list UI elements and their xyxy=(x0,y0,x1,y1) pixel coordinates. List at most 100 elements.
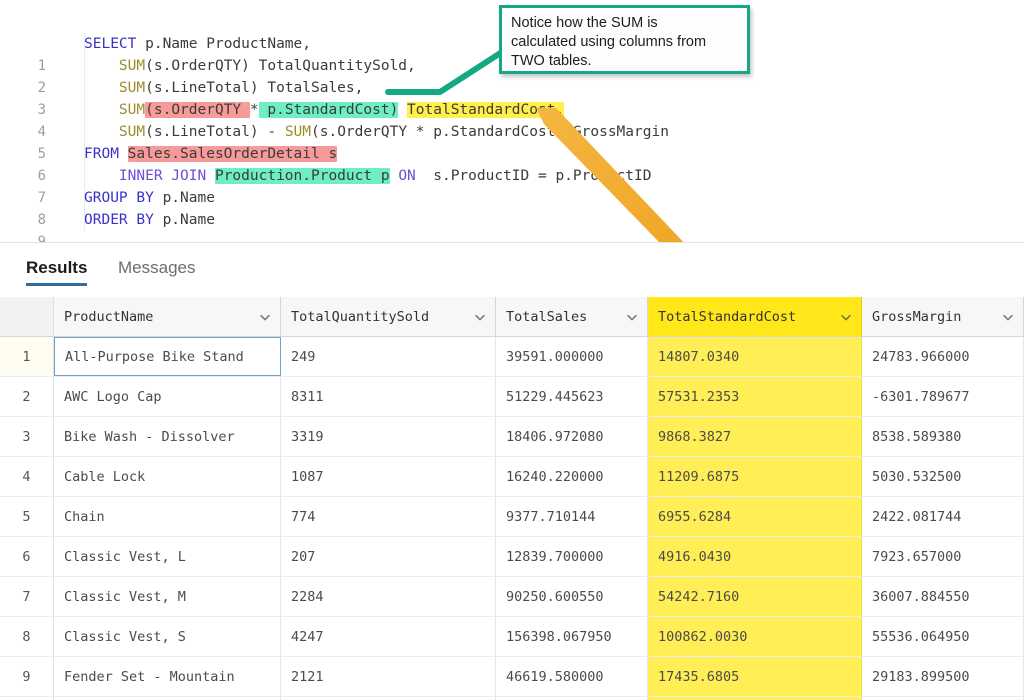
table-row[interactable]: 7 Classic Vest, M 2284 90250.600550 54242.71… xyxy=(0,577,1024,617)
cell-grossmargin[interactable]: 36007.884550 xyxy=(862,577,1024,616)
tab-messages[interactable]: Messages xyxy=(118,258,195,278)
chevron-down-icon[interactable] xyxy=(1001,310,1015,324)
callout-note: Notice how the SUM is calculated using c… xyxy=(499,5,750,74)
grid-corner-cell[interactable] xyxy=(0,297,54,336)
cell-grossmargin[interactable]: 5030.532500 xyxy=(862,457,1024,496)
cell-grossmargin[interactable]: -6301.789677 xyxy=(862,377,1024,416)
row-number-cell[interactable]: 5 xyxy=(0,497,54,536)
cell-totalsales[interactable]: 90250.600550 xyxy=(496,577,648,616)
results-grid[interactable]: ProductName TotalQuantitySold TotalSales… xyxy=(0,297,1024,700)
column-header-totalquantitysold[interactable]: TotalQuantitySold xyxy=(281,297,496,336)
code-line-text: GROUP BY p.Name xyxy=(84,190,215,206)
cell-totalstandardcost[interactable]: 4916.0430 xyxy=(648,537,862,576)
code-line-text: SELECT p.Name ProductName, xyxy=(84,36,311,52)
cell-totalstandardcost[interactable]: 6955.6284 xyxy=(648,497,862,536)
row-number-cell[interactable]: 3 xyxy=(0,417,54,456)
cell-grossmargin[interactable]: 8538.589380 xyxy=(862,417,1024,456)
cell-totalquantitysold[interactable]: 249 xyxy=(281,337,496,376)
code-line[interactable]: 5 SUM(s.LineTotal) - SUM(s.OrderQTY * p.… xyxy=(0,121,1024,162)
cell-totalquantitysold[interactable]: 2284 xyxy=(281,577,496,616)
cell-productname[interactable]: Cable Lock xyxy=(54,457,281,496)
cell-totalsales[interactable]: 156398.067950 xyxy=(496,617,648,656)
table-row[interactable]: 3 Bike Wash - Dissolver 3319 18406.972080 98… xyxy=(0,417,1024,457)
column-header-grossmargin[interactable]: GrossMargin xyxy=(862,297,1024,336)
cell-totalstandardcost[interactable]: 11209.6875 xyxy=(648,457,862,496)
results-tabbar[interactable]: Results Messages xyxy=(0,243,1024,298)
grid-header-row: ProductName TotalQuantitySold TotalSales… xyxy=(0,297,1024,337)
cell-totalsales[interactable]: 12839.700000 xyxy=(496,537,648,576)
table-row[interactable]: 5 Chain 774 9377.710144 6955.6284 2422.081744 xyxy=(0,497,1024,537)
cell-totalquantitysold[interactable]: 4247 xyxy=(281,617,496,656)
cell-totalquantitysold[interactable]: 207 xyxy=(281,537,496,576)
cell-totalquantitysold[interactable]: 1087 xyxy=(281,457,496,496)
column-header-totalsales[interactable]: TotalSales xyxy=(496,297,648,336)
table-row[interactable]: 2 AWC Logo Cap 8311 51229.445623 57531.2353-… xyxy=(0,377,1024,417)
row-number-cell[interactable]: 2 xyxy=(0,377,54,416)
cell-totalsales[interactable]: 39591.000000 xyxy=(496,337,648,376)
cell-totalstandardcost[interactable]: 57531.2353 xyxy=(648,377,862,416)
cell-totalstandardcost[interactable]: 54242.7160 xyxy=(648,577,862,616)
cell-grossmargin[interactable]: 55536.064950 xyxy=(862,617,1024,656)
table-row[interactable]: 1 All-Purpose Bike Stand 249 39591.000000 14… xyxy=(0,337,1024,377)
cell-grossmargin[interactable]: 7923.657000 xyxy=(862,537,1024,576)
cell-totalquantitysold[interactable]: 2121 xyxy=(281,657,496,696)
code-line-text: ORDER BY p.Name xyxy=(84,212,215,228)
code-line-text: SUM(s.OrderQTY * p.StandardCost) TotalSt… xyxy=(118,102,565,118)
cell-totalquantitysold[interactable]: 3319 xyxy=(281,417,496,456)
chevron-down-icon[interactable] xyxy=(258,310,272,324)
cell-productname[interactable]: Classic Vest, S xyxy=(54,617,281,656)
code-line[interactable]: 9 ORDER BY p.Name xyxy=(0,209,1024,242)
cell-productname[interactable]: Classic Vest, L xyxy=(54,537,281,576)
callout-note-text: Notice how the SUM is calculated using c… xyxy=(511,15,707,69)
column-header-label: TotalStandardCost xyxy=(658,308,797,325)
table-row[interactable]: 4 Cable Lock 1087 16240.220000 11209.6875 503… xyxy=(0,457,1024,497)
cell-totalstandardcost[interactable]: 14807.0340 xyxy=(648,337,862,376)
table-row[interactable]: 6 Classic Vest, L 207 12839.700000 4916.0430… xyxy=(0,537,1024,577)
grid-body[interactable]: 1 All-Purpose Bike Stand 249 39591.000000 14… xyxy=(0,337,1024,700)
cell-productname[interactable]: All-Purpose Bike Stand xyxy=(54,337,281,376)
column-header-productname[interactable]: ProductName xyxy=(54,297,281,336)
cell-totalsales[interactable]: 9377.710144 xyxy=(496,497,648,536)
cell-productname[interactable]: Chain xyxy=(54,497,281,536)
chevron-down-icon[interactable] xyxy=(839,310,853,324)
row-number-cell[interactable]: 4 xyxy=(0,457,54,496)
cell-totalquantitysold[interactable]: 774 xyxy=(281,497,496,536)
code-line-text: SUM(s.OrderQTY) TotalQuantitySold, xyxy=(118,58,416,74)
cell-totalstandardcost[interactable]: 100862.0030 xyxy=(648,617,862,656)
column-header-totalstandardcost[interactable]: TotalStandardCost xyxy=(648,297,862,336)
cell-totalquantitysold[interactable]: 8311 xyxy=(281,377,496,416)
code-line[interactable]: 3 SUM(s.LineTotal) TotalSales, xyxy=(0,77,1024,118)
cell-totalsales[interactable]: 51229.445623 xyxy=(496,377,648,416)
cell-totalstandardcost[interactable]: 17435.6805 xyxy=(648,657,862,696)
chevron-down-icon[interactable] xyxy=(625,310,639,324)
row-number-cell[interactable]: 8 xyxy=(0,617,54,656)
code-line-text: SUM(s.LineTotal) TotalSales, xyxy=(118,80,364,96)
cell-productname[interactable]: Bike Wash - Dissolver xyxy=(54,417,281,456)
cell-totalstandardcost[interactable]: 9868.3827 xyxy=(648,417,862,456)
results-pane: Results Messages ProductName TotalQuanti… xyxy=(0,242,1024,700)
code-line[interactable]: 6 FROM Sales.SalesOrderDetail s xyxy=(0,143,1024,184)
cell-totalsales[interactable]: 46619.580000 xyxy=(496,657,648,696)
cell-totalsales[interactable]: 18406.972080 xyxy=(496,417,648,456)
column-header-label: TotalSales xyxy=(506,308,588,325)
row-number-cell[interactable]: 1 xyxy=(0,337,54,376)
column-header-label: TotalQuantitySold xyxy=(291,308,430,325)
tab-results[interactable]: Results xyxy=(26,258,88,286)
cell-productname[interactable]: Fender Set - Mountain xyxy=(54,657,281,696)
row-number-cell[interactable]: 7 xyxy=(0,577,54,616)
code-line[interactable]: 4 SUM(s.OrderQTY * p.StandardCost) Total… xyxy=(0,99,1024,140)
table-row[interactable]: 9 Fender Set - Mountain 2121 46619.580000 17… xyxy=(0,657,1024,697)
cell-grossmargin[interactable]: 24783.966000 xyxy=(862,337,1024,376)
cell-totalsales[interactable]: 16240.220000 xyxy=(496,457,648,496)
chevron-down-icon[interactable] xyxy=(473,310,487,324)
cell-productname[interactable]: Classic Vest, M xyxy=(54,577,281,616)
row-number-cell[interactable]: 9 xyxy=(0,657,54,696)
table-row[interactable]: 8 Classic Vest, S 4247 156398.067950 100862.… xyxy=(0,617,1024,657)
cell-grossmargin[interactable]: 29183.899500 xyxy=(862,657,1024,696)
row-number-cell[interactable]: 6 xyxy=(0,537,54,576)
code-line[interactable]: 7 INNER JOIN Production.Product p ON s.P… xyxy=(0,165,1024,206)
line-number: 9 xyxy=(37,234,46,242)
code-line[interactable]: 8 GROUP BY p.Name xyxy=(0,187,1024,228)
cell-grossmargin[interactable]: 2422.081744 xyxy=(862,497,1024,536)
cell-productname[interactable]: AWC Logo Cap xyxy=(54,377,281,416)
